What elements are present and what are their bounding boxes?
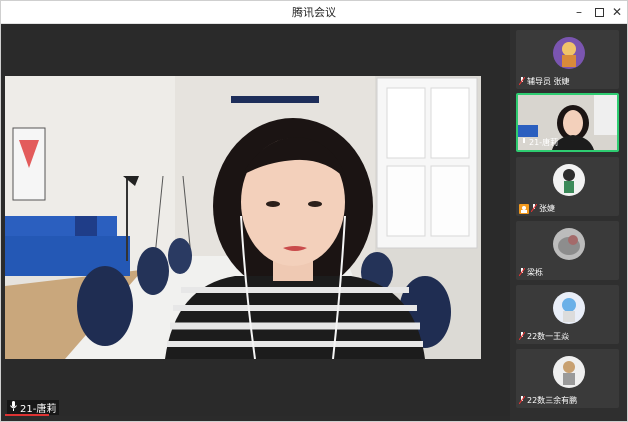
participant-tile[interactable]: 辅导员 张婕 bbox=[516, 30, 619, 89]
speaker-underline bbox=[5, 414, 49, 416]
microphone-muted-icon bbox=[518, 395, 526, 406]
microphone-muted-icon bbox=[518, 76, 526, 87]
participant-tile-active[interactable]: 21-唐莉 bbox=[516, 93, 619, 152]
maximize-button[interactable] bbox=[590, 3, 608, 21]
participant-label: 21-唐莉 bbox=[521, 137, 558, 148]
main-video-area: 21-唐莉 bbox=[5, 24, 510, 416]
host-badge-icon bbox=[519, 203, 529, 214]
title-bar: 腾讯会议 – ✕ bbox=[1, 1, 627, 24]
participant-sidebar: 辅导员 张婕 21-唐莉 张婕 梁栎 22数一王焱 22数三余有鹏 bbox=[510, 24, 627, 421]
participant-label: 张婕 bbox=[519, 203, 555, 214]
microphone-muted-icon bbox=[518, 267, 526, 278]
participant-tile[interactable]: 梁栎 bbox=[516, 221, 619, 280]
purple-avatar-icon bbox=[553, 37, 585, 69]
participant-tile[interactable]: 22数三余有鹏 bbox=[516, 349, 619, 408]
speaker-name: 21-唐莉 bbox=[20, 404, 57, 415]
anime-avatar-icon bbox=[553, 292, 585, 324]
participant-tile[interactable]: 22数一王焱 bbox=[516, 285, 619, 344]
cat-avatar-icon bbox=[553, 228, 585, 260]
participant-label: 22数三余有鹏 bbox=[518, 395, 577, 406]
main-video-feed bbox=[5, 76, 481, 359]
microphone-muted-icon bbox=[530, 203, 538, 214]
character-avatar-icon bbox=[553, 164, 585, 196]
window-title: 腾讯会议 bbox=[292, 6, 336, 19]
microphone-muted-icon bbox=[518, 331, 526, 342]
meeting-window: 腾讯会议 – ✕ 21-唐莉 辅导员 张婕 21-唐莉 张婕 梁栎 22数一王焱… bbox=[0, 0, 628, 422]
microphone-icon bbox=[521, 137, 527, 148]
participant-label: 辅导员 张婕 bbox=[518, 76, 570, 87]
participant-label: 梁栎 bbox=[518, 267, 543, 278]
close-button[interactable]: ✕ bbox=[608, 3, 626, 21]
microphone-icon bbox=[10, 401, 17, 414]
figure-avatar-icon bbox=[553, 356, 585, 388]
active-speaker-label: 21-唐莉 bbox=[7, 400, 60, 415]
minimize-button[interactable]: – bbox=[570, 3, 588, 21]
participant-label: 22数一王焱 bbox=[518, 331, 569, 342]
participant-tile[interactable]: 张婕 bbox=[516, 157, 619, 216]
